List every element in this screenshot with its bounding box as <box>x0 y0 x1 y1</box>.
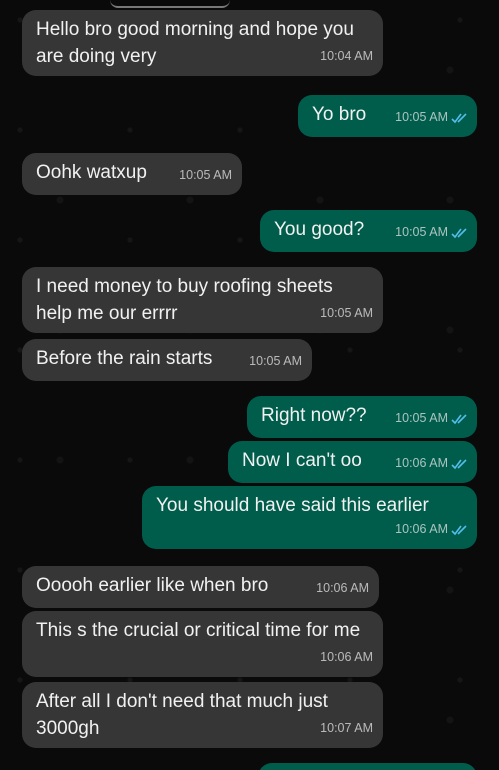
message-incoming[interactable]: Hello bro good morning and hope you are … <box>22 10 383 76</box>
message-outgoing[interactable]: You good? 10:05 AM <box>260 210 477 252</box>
double-check-icon <box>451 413 467 424</box>
message-incoming[interactable]: This s the crucial or critical time for … <box>22 611 383 677</box>
double-check-icon <box>451 227 467 238</box>
message-time: 10:05 AM <box>395 225 448 239</box>
message-meta: 10:05 AM <box>320 300 373 327</box>
message-time: 10:05 AM <box>395 110 448 124</box>
message-time: 10:06 AM <box>395 522 448 536</box>
message-meta: 10:05 AM <box>395 104 469 131</box>
message-text: After all I don't need that much just 30… <box>36 691 334 739</box>
message-meta: 10:05 AM <box>179 162 232 189</box>
message-meta: 10:06 AM <box>316 575 369 602</box>
message-meta: 10:06 AM <box>320 644 373 671</box>
double-check-icon <box>451 112 467 123</box>
message-meta: 10:05 AM <box>249 348 302 375</box>
message-meta: 10:06 AM <box>395 516 469 543</box>
top-edge-decoration <box>110 0 230 8</box>
message-meta: 10:07 AM <box>320 715 373 742</box>
message-incoming[interactable]: Before the rain starts 10:05 AM <box>22 339 312 381</box>
message-time: 10:05 AM <box>249 354 302 368</box>
message-incoming[interactable]: After all I don't need that much just 30… <box>22 682 383 748</box>
chat-background: Hello bro good morning and hope you are … <box>0 0 499 770</box>
message-text: Hello bro good morning and hope you are … <box>36 19 360 67</box>
message-time: 10:06 AM <box>320 650 373 664</box>
message-time: 10:04 AM <box>320 49 373 63</box>
message-outgoing[interactable]: You should have said this earlier 10:06 … <box>142 486 477 549</box>
message-time: 10:07 AM <box>320 721 373 735</box>
message-outgoing[interactable]: Yo bro 10:05 AM <box>298 95 477 137</box>
message-time: 10:05 AM <box>179 168 232 182</box>
message-incoming[interactable]: Ooooh earlier like when bro 10:06 AM <box>22 566 379 608</box>
message-meta: 10:05 AM <box>395 219 469 246</box>
double-check-icon <box>451 458 467 469</box>
message-time: 10:05 AM <box>320 306 373 320</box>
message-text: You should have said this earlier <box>156 495 429 516</box>
message-incoming[interactable]: Oohk watxup 10:05 AM <box>22 153 242 195</box>
message-outgoing[interactable]: Now I can't oo 10:06 AM <box>228 441 477 483</box>
message-time: 10:06 AM <box>316 581 369 595</box>
message-meta: 10:05 AM <box>395 405 469 432</box>
message-text: This s the crucial or critical time for … <box>36 620 361 641</box>
double-check-icon <box>451 524 467 535</box>
message-meta: 10:04 AM <box>320 43 373 70</box>
message-outgoing-partial[interactable] <box>258 763 477 770</box>
message-outgoing[interactable]: Right now?? 10:05 AM <box>247 396 477 438</box>
message-incoming[interactable]: I need money to buy roofing sheets help … <box>22 267 383 333</box>
message-time: 10:06 AM <box>395 456 448 470</box>
message-meta: 10:06 AM <box>395 450 469 477</box>
message-text: I need money to buy roofing sheets help … <box>36 276 339 324</box>
message-time: 10:05 AM <box>395 411 448 425</box>
